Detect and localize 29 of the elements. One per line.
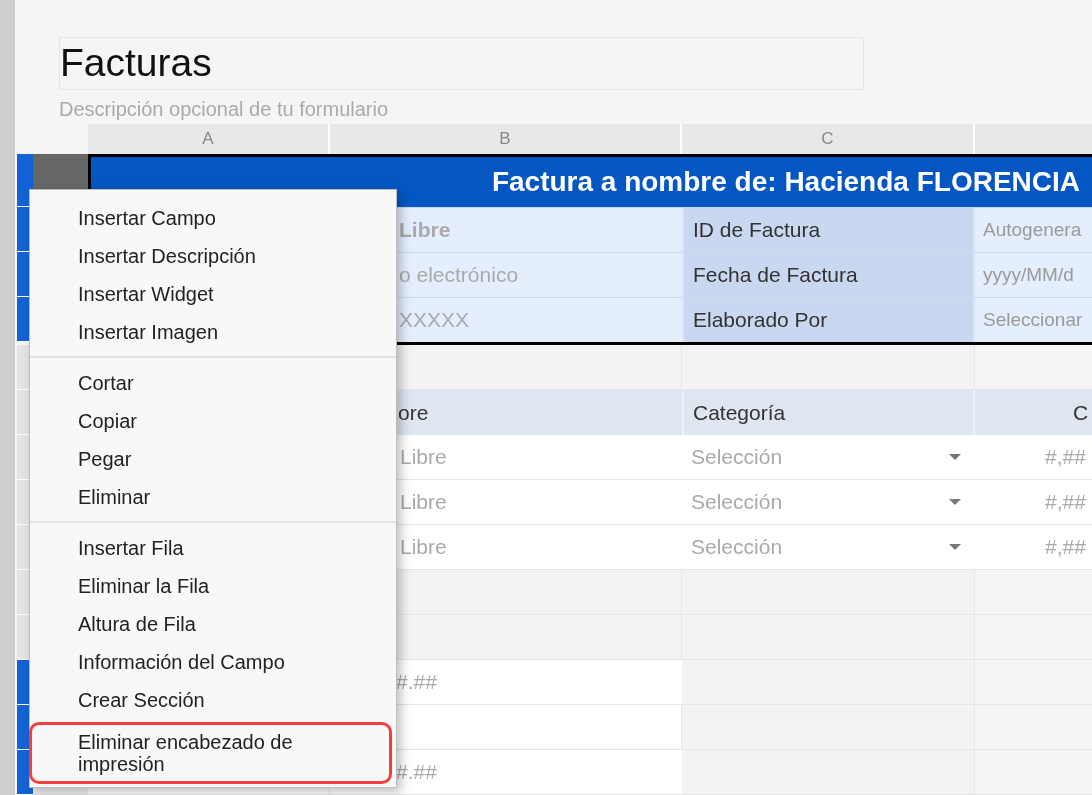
table-cell[interactable]: Autogenera [975, 208, 1092, 252]
menu-item[interactable]: Altura de Fila [30, 605, 396, 643]
column-header[interactable]: A [88, 124, 330, 154]
form-description[interactable]: Descripción opcional de tu formulario [59, 94, 1092, 124]
dropdown-caret-icon [949, 499, 961, 505]
table-cell[interactable]: #,## [975, 435, 1092, 479]
menu-item[interactable]: Pegar [30, 440, 396, 478]
menu-item[interactable]: Insertar Fila [30, 529, 396, 567]
category-dropdown[interactable]: Selección [682, 480, 975, 524]
category-dropdown[interactable]: Selección [682, 525, 975, 569]
menu-item[interactable]: Eliminar encabezado de impresión [29, 722, 392, 784]
column-header[interactable] [975, 124, 1092, 154]
table-cell: Fecha de Factura [682, 253, 975, 297]
table-cell[interactable]: yyyy/MM/d [975, 253, 1092, 297]
category-dropdown[interactable]: Selección [682, 435, 975, 479]
form-title[interactable]: Facturas [59, 37, 864, 90]
table-cell[interactable]: #,## [975, 525, 1092, 569]
menu-item[interactable]: Eliminar [30, 478, 396, 516]
table-cell: Elaborado Por [682, 298, 975, 342]
column-header[interactable]: C [682, 124, 975, 154]
table-header-cell: Categoría [682, 390, 975, 435]
menu-item[interactable]: Eliminar la Fila [30, 567, 396, 605]
table-cell[interactable]: #,## [975, 480, 1092, 524]
table-cell: ID de Factura [682, 208, 975, 252]
column-header[interactable]: B [330, 124, 682, 154]
dropdown-caret-icon [949, 454, 961, 460]
dropdown-caret-icon [949, 544, 961, 550]
table-header-cell: C [975, 390, 1092, 435]
table-cell[interactable]: Seleccionar [975, 298, 1092, 342]
